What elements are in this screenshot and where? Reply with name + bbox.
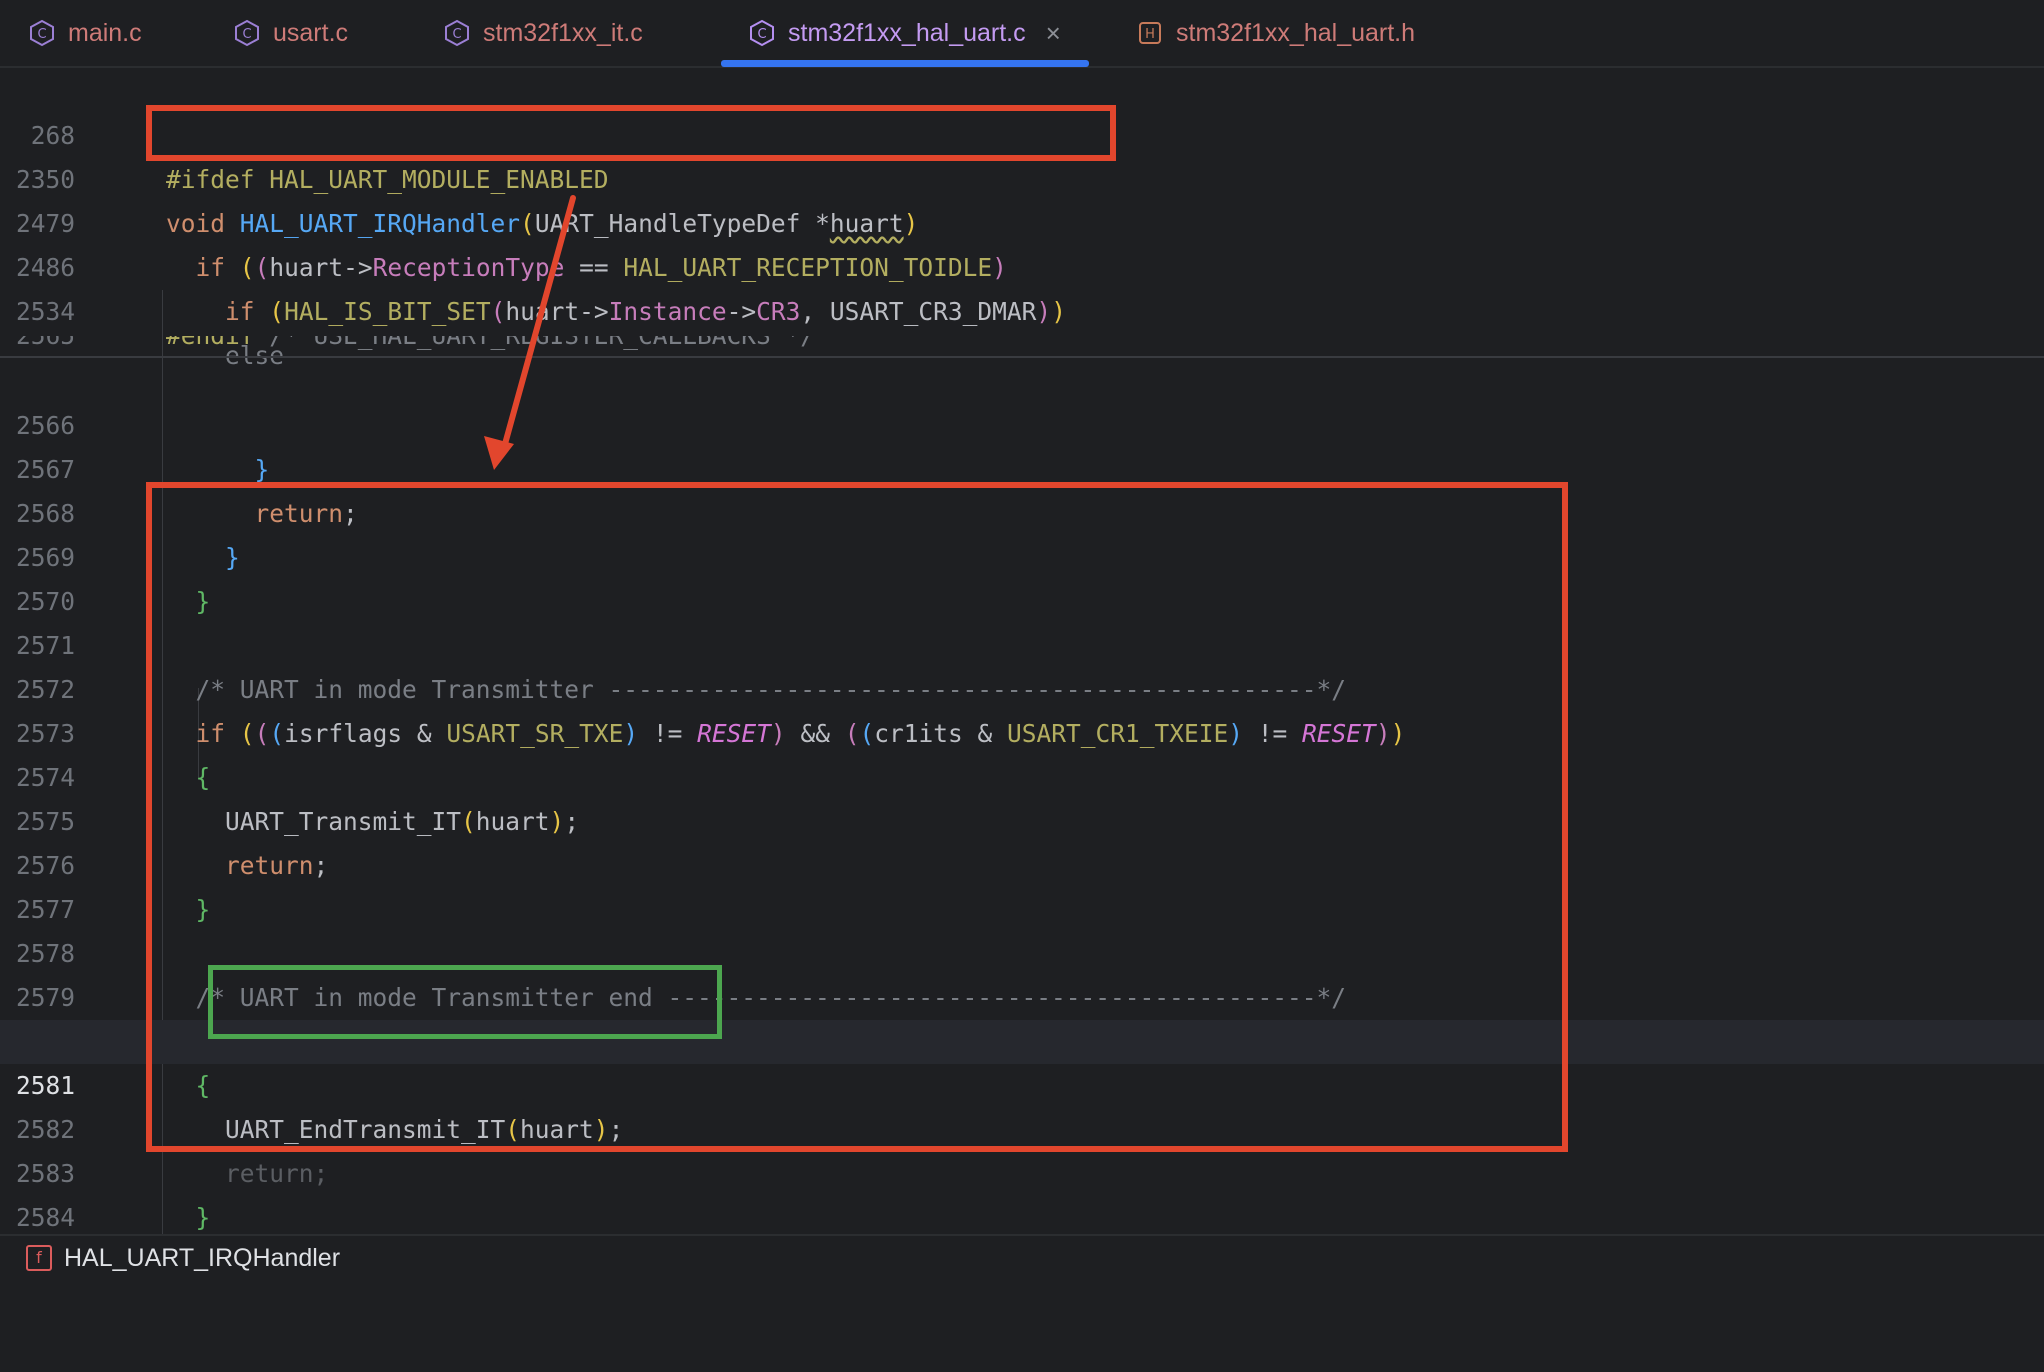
code-line[interactable]: 2570	[0, 536, 2044, 616]
code-line[interactable]: 2573 {	[0, 668, 2044, 792]
tab-label: stm32f1xx_it.c	[483, 18, 643, 47]
code-line[interactable]: 2576 }	[0, 800, 2044, 924]
tab-stm32f1xx-hal-uart-c[interactable]: C stm32f1xx_hal_uart.c ×	[721, 0, 1089, 67]
code-line[interactable]: 2569 }	[0, 492, 2044, 616]
tab-stm32f1xx-hal-uart-h[interactable]: H stm32f1xx_hal_uart.h	[1136, 0, 1415, 66]
line-number: 2565	[0, 336, 75, 358]
c-file-icon: C	[28, 19, 56, 47]
tab-usart-c[interactable]: C usart.c	[233, 0, 348, 66]
close-icon[interactable]: ×	[1046, 18, 1061, 49]
code-line[interactable]: 2583 }	[0, 1108, 2044, 1232]
tab-label: usart.c	[273, 18, 349, 47]
code-editor[interactable]: 268 #ifdef HAL_UART_MODULE_ENABLED 2350 …	[0, 68, 2044, 1276]
editor-tab-bar: C main.c C usart.c C stm32f1xx_it.c C st…	[0, 0, 2044, 68]
sticky-line[interactable]: 2486 if (HAL_IS_BIT_SET(huart->Instance-…	[0, 202, 2044, 326]
breadcrumb-status-bar: f HAL_UART_IRQHandler	[0, 1234, 2044, 1280]
code-line[interactable]: 2582 return;	[0, 1064, 2044, 1188]
code-line-current[interactable]: 2581 UART_EndTransmit_IT(huart);	[0, 1020, 2044, 1144]
sticky-line[interactable]: 268 #ifdef HAL_UART_MODULE_ENABLED	[0, 70, 2044, 194]
svg-text:C: C	[452, 27, 461, 42]
code-line[interactable]: 2566 }	[0, 360, 2044, 484]
tab-main-c[interactable]: C main.c	[28, 0, 142, 66]
c-file-icon: C	[233, 19, 261, 47]
svg-text:C: C	[37, 27, 46, 42]
code-line[interactable]: 2578 /* UART in mode Transmitter end ---…	[0, 888, 2044, 1012]
tab-label: main.c	[68, 18, 142, 47]
code-line[interactable]: 2586 /**	[0, 1196, 2044, 1234]
tab-label: stm32f1xx_hal_uart.h	[1176, 18, 1416, 47]
tab-label: stm32f1xx_hal_uart.c	[788, 18, 1026, 47]
sticky-line[interactable]: 2534 else	[0, 246, 2044, 370]
code-text: if (HAL_IS_BIT_SET(huart->Instance->CR3,…	[225, 297, 1066, 326]
code-line[interactable]: 2579 if (((isrflags & USART_SR_TC) != RE…	[0, 932, 2044, 1056]
code-line[interactable]: 2580 {	[0, 976, 2044, 1100]
code-line[interactable]: 2565 #endif /* USE_HAL_UART_REGISTER_CAL…	[0, 336, 2044, 358]
code-line[interactable]: 2577	[0, 844, 2044, 924]
sticky-line[interactable]: 2479 if ((huart->ReceptionType == HAL_UA…	[0, 158, 2044, 282]
code-line[interactable]: 2571 /* UART in mode Transmitter -------…	[0, 580, 2044, 704]
breadcrumb-function[interactable]: HAL_UART_IRQHandler	[64, 1244, 340, 1273]
c-file-icon: C	[443, 19, 471, 47]
code-line[interactable]: 2567 return;	[0, 404, 2044, 528]
svg-text:C: C	[757, 27, 766, 42]
line-number: 2534	[15, 297, 75, 326]
code-line[interactable]: 2574 UART_Transmit_IT(huart);	[0, 712, 2044, 836]
function-icon: f	[26, 1245, 52, 1271]
h-file-icon: H	[1136, 19, 1164, 47]
code-line[interactable]: 2584 }	[0, 1152, 2044, 1276]
sticky-line[interactable]: 2350 void HAL_UART_IRQHandler(UART_Handl…	[0, 114, 2044, 238]
tab-stm32f1xx-it-c[interactable]: C stm32f1xx_it.c	[443, 0, 643, 66]
svg-text:H: H	[1145, 27, 1155, 42]
svg-text:C: C	[242, 27, 251, 42]
code-line[interactable]: 2568 }	[0, 448, 2044, 572]
code-line[interactable]: 2572 if (((isrflags & USART_SR_TXE) != R…	[0, 624, 2044, 748]
code-line[interactable]: 2575 return;	[0, 756, 2044, 880]
c-file-icon: C	[748, 19, 776, 47]
code-text: #endif /* USE_HAL_UART_REGISTER_CALLBACK…	[166, 336, 815, 358]
